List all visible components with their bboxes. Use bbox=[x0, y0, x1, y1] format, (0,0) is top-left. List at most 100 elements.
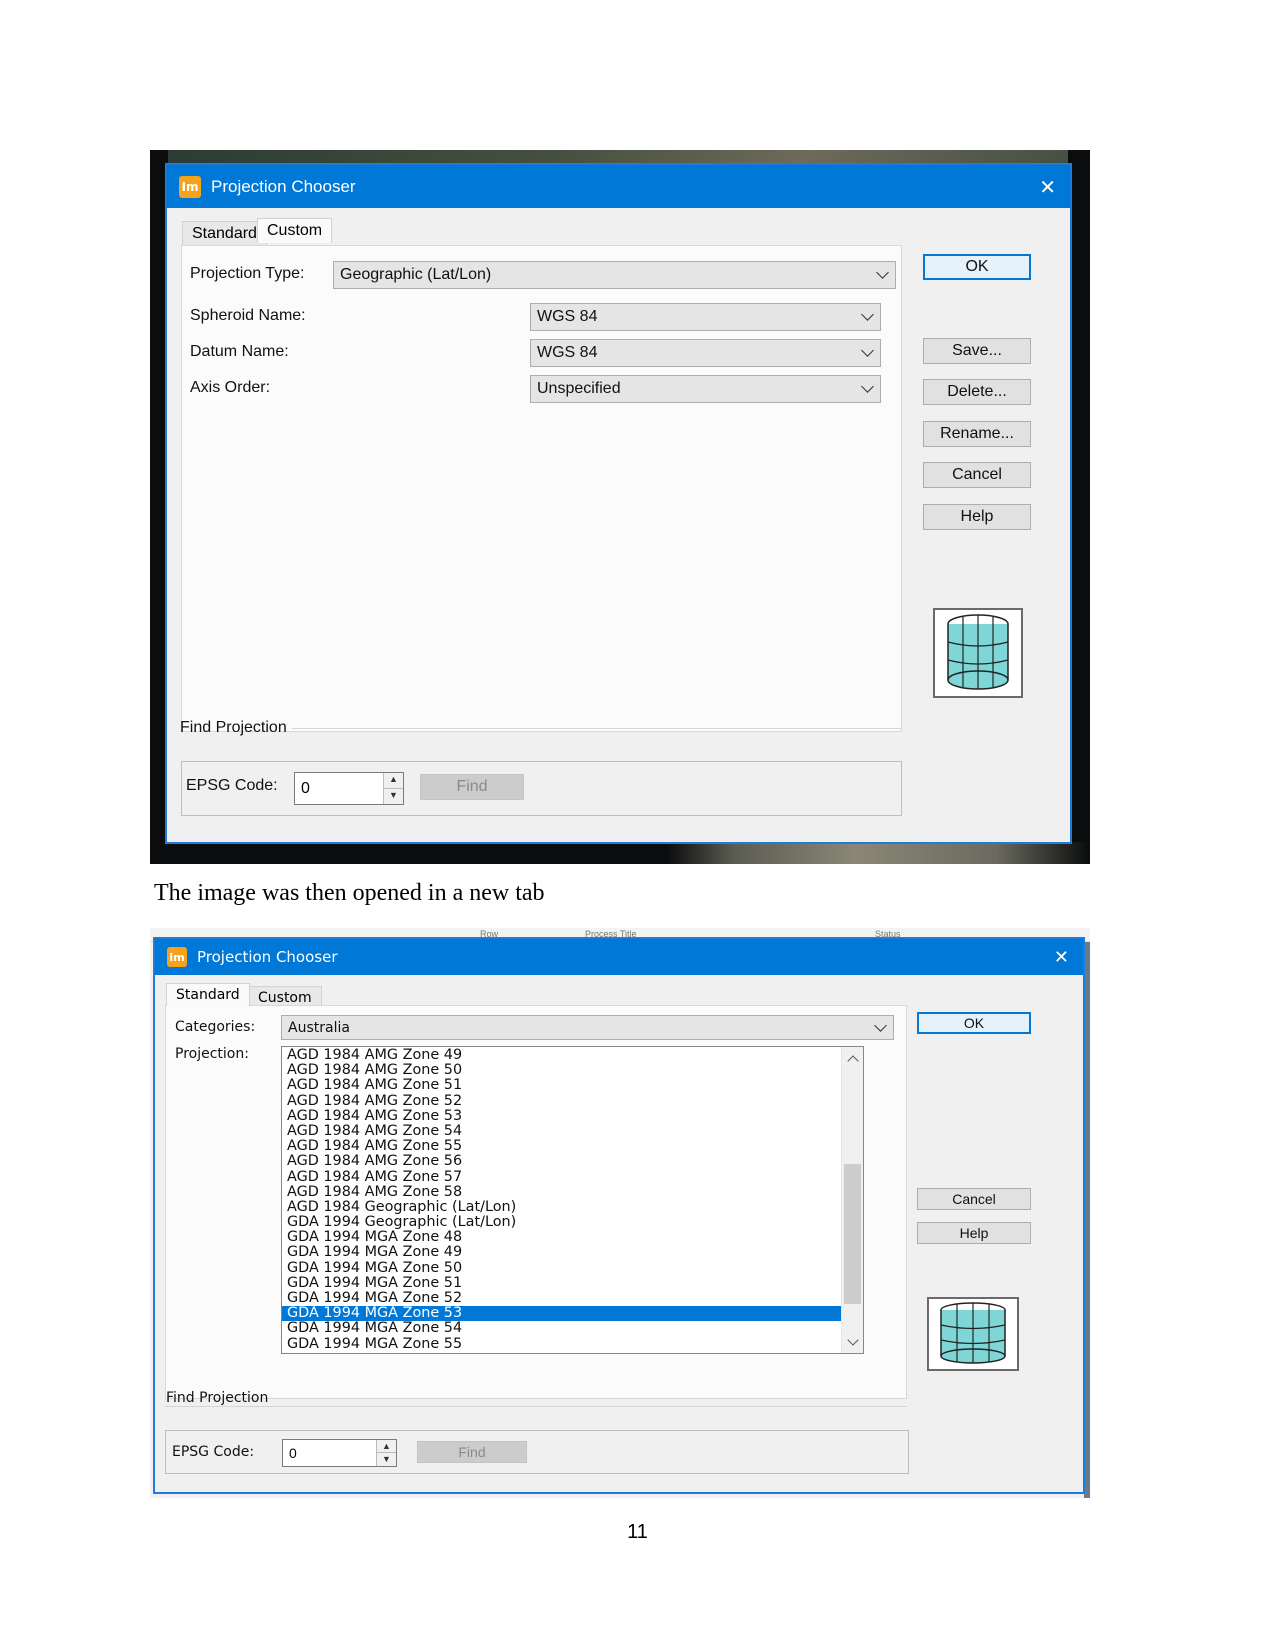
epsg-code-value: 0 bbox=[301, 779, 310, 797]
app-logo-icon: Im bbox=[167, 947, 187, 967]
axis-order-label: Axis Order: bbox=[190, 379, 271, 396]
projection-list-item[interactable]: AGD 1984 AMG Zone 57 bbox=[282, 1169, 863, 1185]
epsg-code-input[interactable]: 0 ▲ ▼ bbox=[294, 772, 404, 805]
scroll-up-icon[interactable] bbox=[842, 1049, 863, 1067]
find-projection-heading: Find Projection bbox=[166, 1390, 269, 1406]
scrollbar-thumb[interactable] bbox=[844, 1164, 861, 1304]
globe-icon bbox=[927, 1297, 1019, 1371]
spin-down-icon[interactable]: ▼ bbox=[384, 789, 403, 805]
dialog-title: Projection Chooser bbox=[211, 176, 356, 196]
ok-button[interactable]: OK bbox=[917, 1012, 1031, 1034]
delete-button[interactable]: Delete... bbox=[923, 379, 1031, 405]
axis-order-select[interactable]: Unspecified bbox=[530, 375, 881, 403]
help-button[interactable]: Help bbox=[917, 1222, 1031, 1244]
ok-button[interactable]: OK bbox=[923, 254, 1031, 280]
projection-list-item[interactable]: AGD 1984 Geographic (Lat/Lon) bbox=[282, 1199, 863, 1215]
spin-down-icon[interactable]: ▼ bbox=[377, 1453, 396, 1466]
projection-list-item[interactable]: GDA 1994 MGA Zone 50 bbox=[282, 1260, 863, 1276]
find-projection-group bbox=[181, 761, 902, 816]
projection-list-item[interactable]: GDA 1994 MGA Zone 49 bbox=[282, 1245, 863, 1260]
projection-list-item[interactable]: AGD 1984 AMG Zone 55 bbox=[282, 1138, 863, 1154]
projection-type-select[interactable]: Geographic (Lat/Lon) bbox=[333, 261, 896, 289]
epsg-code-input[interactable]: 0 ▲ ▼ bbox=[282, 1439, 397, 1467]
scroll-down-icon[interactable] bbox=[842, 1333, 863, 1351]
projection-list[interactable]: AGD 1984 AMG Zone 49 AGD 1984 AMG Zone 50… bbox=[281, 1046, 864, 1354]
globe-icon-graphic bbox=[947, 614, 1009, 690]
categories-label: Categories: bbox=[175, 1019, 256, 1035]
datum-name-select[interactable]: WGS 84 bbox=[530, 339, 881, 367]
categories-value: Australia bbox=[288, 1019, 350, 1036]
globe-icon-graphic bbox=[940, 1302, 1006, 1364]
projection-list-item[interactable]: AGD 1984 AMG Zone 52 bbox=[282, 1093, 863, 1109]
tab-standard[interactable]: Standard bbox=[182, 221, 267, 246]
projection-chooser-dialog: Im Projection Chooser ✕ Standard Custom … bbox=[154, 938, 1084, 1493]
screenshot-standard-tab: Row Process Title Status Im Projection C… bbox=[150, 928, 1090, 1498]
background-map-strip bbox=[150, 842, 1090, 864]
projection-type-value: Geographic (Lat/Lon) bbox=[340, 266, 492, 283]
caption-text: The image was then opened in a new tab bbox=[154, 880, 545, 906]
close-icon[interactable]: ✕ bbox=[1054, 947, 1069, 968]
projection-list-items: AGD 1984 AMG Zone 49 AGD 1984 AMG Zone 50… bbox=[282, 1047, 863, 1352]
globe-icon bbox=[933, 608, 1023, 698]
cancel-button[interactable]: Cancel bbox=[917, 1188, 1031, 1210]
projection-list-item[interactable]: AGD 1984 AMG Zone 54 bbox=[282, 1123, 863, 1139]
projection-label: Projection: bbox=[175, 1046, 249, 1062]
app-logo-icon: Im bbox=[179, 175, 201, 198]
projection-chooser-dialog: Im Projection Chooser ✕ Standard Custom … bbox=[166, 164, 1071, 843]
save-button[interactable]: Save... bbox=[923, 338, 1031, 364]
background-window-edge bbox=[1084, 942, 1090, 1498]
epsg-spinner[interactable]: ▲ ▼ bbox=[383, 773, 403, 804]
section-divider bbox=[165, 1406, 907, 1407]
projection-type-label: Projection Type: bbox=[190, 265, 305, 282]
projection-list-item[interactable]: GDA 1994 MGA Zone 51 bbox=[282, 1275, 863, 1291]
chevron-down-icon bbox=[876, 266, 889, 279]
epsg-code-label: EPSG Code: bbox=[172, 1444, 255, 1460]
help-button[interactable]: Help bbox=[923, 504, 1031, 530]
chevron-down-icon bbox=[861, 344, 874, 357]
section-divider bbox=[292, 728, 902, 729]
datum-name-value: WGS 84 bbox=[537, 344, 598, 361]
epsg-code-label: EPSG Code: bbox=[186, 777, 278, 794]
categories-select[interactable]: Australia bbox=[281, 1015, 894, 1040]
projection-list-item[interactable]: AGD 1984 AMG Zone 56 bbox=[282, 1154, 863, 1169]
projection-list-item[interactable]: GDA 1994 MGA Zone 52 bbox=[282, 1290, 863, 1306]
epsg-code-value: 0 bbox=[289, 1445, 297, 1461]
dialog-title: Projection Chooser bbox=[197, 948, 338, 966]
chevron-down-icon bbox=[861, 380, 874, 393]
background-map-edge bbox=[1068, 150, 1090, 864]
projection-list-item[interactable]: GDA 1994 Geographic (Lat/Lon) bbox=[282, 1214, 863, 1230]
projection-list-item[interactable]: AGD 1984 AMG Zone 51 bbox=[282, 1078, 863, 1093]
chevron-down-icon bbox=[874, 1018, 887, 1032]
epsg-spinner[interactable]: ▲ ▼ bbox=[376, 1440, 396, 1466]
tab-custom[interactable]: Custom bbox=[257, 218, 333, 243]
find-button[interactable]: Find bbox=[420, 774, 524, 800]
screenshot-custom-tab: Im Projection Chooser ✕ Standard Custom … bbox=[150, 150, 1090, 864]
close-icon[interactable]: ✕ bbox=[1039, 175, 1056, 199]
rename-button[interactable]: Rename... bbox=[923, 421, 1031, 447]
projection-list-item[interactable]: AGD 1984 AMG Zone 58 bbox=[282, 1184, 863, 1200]
cancel-button[interactable]: Cancel bbox=[923, 462, 1031, 488]
projection-list-item[interactable]: AGD 1984 AMG Zone 49 bbox=[282, 1047, 863, 1063]
projection-list-item[interactable]: GDA 1994 MGA Zone 53 bbox=[282, 1305, 863, 1322]
find-projection-heading: Find Projection bbox=[180, 719, 287, 736]
page-number: 11 bbox=[627, 1521, 648, 1543]
axis-order-value: Unspecified bbox=[537, 380, 621, 397]
tab-standard[interactable]: Standard bbox=[166, 983, 250, 1006]
spin-up-icon[interactable]: ▲ bbox=[384, 773, 403, 789]
list-scrollbar[interactable] bbox=[841, 1047, 863, 1353]
title-bar[interactable]: Im Projection Chooser ✕ bbox=[167, 165, 1070, 208]
projection-list-item[interactable]: GDA 1994 MGA Zone 55 bbox=[282, 1336, 863, 1352]
spin-up-icon[interactable]: ▲ bbox=[377, 1440, 396, 1453]
projection-list-item[interactable]: GDA 1994 MGA Zone 54 bbox=[282, 1321, 863, 1336]
spheroid-name-value: WGS 84 bbox=[537, 308, 598, 325]
spheroid-name-select[interactable]: WGS 84 bbox=[530, 303, 881, 331]
projection-list-item[interactable]: GDA 1994 MGA Zone 48 bbox=[282, 1230, 863, 1245]
find-projection-group bbox=[165, 1430, 909, 1474]
title-bar[interactable]: Im Projection Chooser ✕ bbox=[155, 939, 1083, 975]
chevron-down-icon bbox=[861, 308, 874, 321]
find-button[interactable]: Find bbox=[417, 1441, 527, 1463]
datum-name-label: Datum Name: bbox=[190, 343, 289, 360]
spheroid-name-label: Spheroid Name: bbox=[190, 307, 306, 324]
projection-list-item[interactable]: AGD 1984 AMG Zone 50 bbox=[282, 1062, 863, 1078]
projection-list-item[interactable]: AGD 1984 AMG Zone 53 bbox=[282, 1108, 863, 1124]
